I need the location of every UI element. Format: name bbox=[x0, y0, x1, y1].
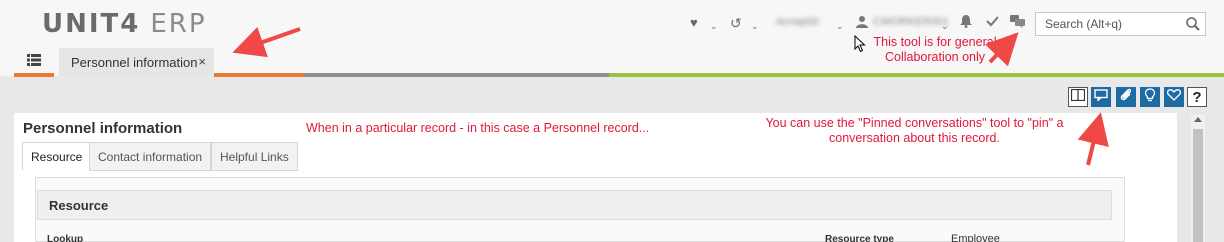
user-icon bbox=[856, 15, 868, 32]
collaboration-annotation: This tool is for general Collaboration o… bbox=[860, 35, 1010, 65]
favorites-chevron-down-icon[interactable]: ⌄ bbox=[710, 18, 718, 34]
unit4-logo: UNIT4 ERP bbox=[42, 9, 207, 39]
history-icon[interactable]: ↺ bbox=[730, 15, 742, 31]
pinned-conversations-button[interactable] bbox=[1091, 87, 1111, 107]
split-view-icon bbox=[1070, 88, 1086, 106]
ideas-button[interactable] bbox=[1140, 87, 1160, 107]
vertical-scrollbar[interactable] bbox=[1191, 115, 1205, 242]
main-menu-button[interactable] bbox=[14, 48, 54, 76]
lookup-label: Lookup bbox=[47, 234, 84, 242]
collaboration-annotation-line1: This tool is for general bbox=[873, 35, 997, 49]
tab-close-icon[interactable]: × bbox=[198, 54, 206, 69]
paperclip-icon bbox=[1119, 88, 1133, 107]
mouse-cursor-icon bbox=[854, 35, 866, 53]
search-input[interactable] bbox=[1036, 13, 1176, 35]
global-search[interactable] bbox=[1035, 12, 1206, 36]
tab-color-bar-gray bbox=[304, 73, 609, 77]
pinned-annotation-line2: conversation about this record. bbox=[829, 131, 1000, 145]
help-button[interactable]: ? bbox=[1187, 87, 1207, 107]
user-chevron-down-icon[interactable]: ⌄ bbox=[941, 18, 949, 34]
search-icon[interactable] bbox=[1185, 16, 1201, 32]
favorite-button[interactable] bbox=[1164, 87, 1184, 107]
pinned-annotation-line1: You can use the "Pinned conversations" t… bbox=[765, 116, 1064, 130]
record-tab-resource[interactable]: Resource bbox=[22, 142, 92, 171]
history-chevron-down-icon[interactable]: ⌄ bbox=[751, 18, 759, 34]
scrollbar-thumb[interactable] bbox=[1193, 129, 1203, 242]
conversation-icon bbox=[1094, 88, 1108, 106]
list-menu-icon bbox=[27, 53, 41, 71]
menu-color-bar bbox=[14, 73, 54, 77]
help-question-icon: ? bbox=[1192, 88, 1202, 106]
section-header-resource[interactable]: Resource bbox=[37, 190, 1112, 220]
top-header: UNIT4 ERP ♥ ⌄ ↺ ⌄ Acrwp00 ⌄ CWORKER001 ⌄ bbox=[0, 0, 1224, 48]
tab-label: Personnel information bbox=[71, 55, 198, 70]
page-title: Personnel information bbox=[23, 120, 183, 137]
company-selector[interactable]: Acrwp00 bbox=[776, 16, 819, 28]
tab-personnel-information[interactable]: Personnel information × bbox=[59, 48, 214, 76]
attachments-button[interactable] bbox=[1116, 87, 1136, 107]
record-tab-contact-information[interactable]: Contact information bbox=[89, 142, 212, 171]
lightbulb-icon bbox=[1144, 87, 1156, 107]
favorites-heart-icon[interactable]: ♥ bbox=[690, 15, 698, 31]
collaboration-annotation-line2: Collaboration only bbox=[884, 50, 986, 64]
notifications-bell-icon[interactable] bbox=[960, 15, 972, 32]
tab-color-bar-orange bbox=[214, 73, 304, 77]
resource-type-value: Employee bbox=[951, 233, 1000, 242]
scroll-up-arrow-icon[interactable] bbox=[1194, 117, 1202, 122]
resource-type-label: Resource type bbox=[825, 234, 894, 242]
split-view-button[interactable] bbox=[1068, 87, 1088, 107]
tasks-check-icon[interactable] bbox=[986, 15, 999, 31]
tab-color-bar-green bbox=[609, 73, 1224, 77]
tab-strip: Personnel information × bbox=[0, 48, 1224, 76]
company-chevron-down-icon[interactable]: ⌄ bbox=[836, 18, 844, 34]
collaboration-chat-icon[interactable] bbox=[1010, 15, 1025, 32]
heart-outline-icon bbox=[1166, 88, 1182, 106]
pinned-conversations-annotation: You can use the "Pinned conversations" t… bbox=[752, 116, 1077, 146]
record-annotation: When in a particular record - in this ca… bbox=[306, 121, 650, 135]
user-name[interactable]: CWORKER001 bbox=[873, 16, 949, 28]
record-tab-helpful-links[interactable]: Helpful Links bbox=[211, 142, 298, 171]
